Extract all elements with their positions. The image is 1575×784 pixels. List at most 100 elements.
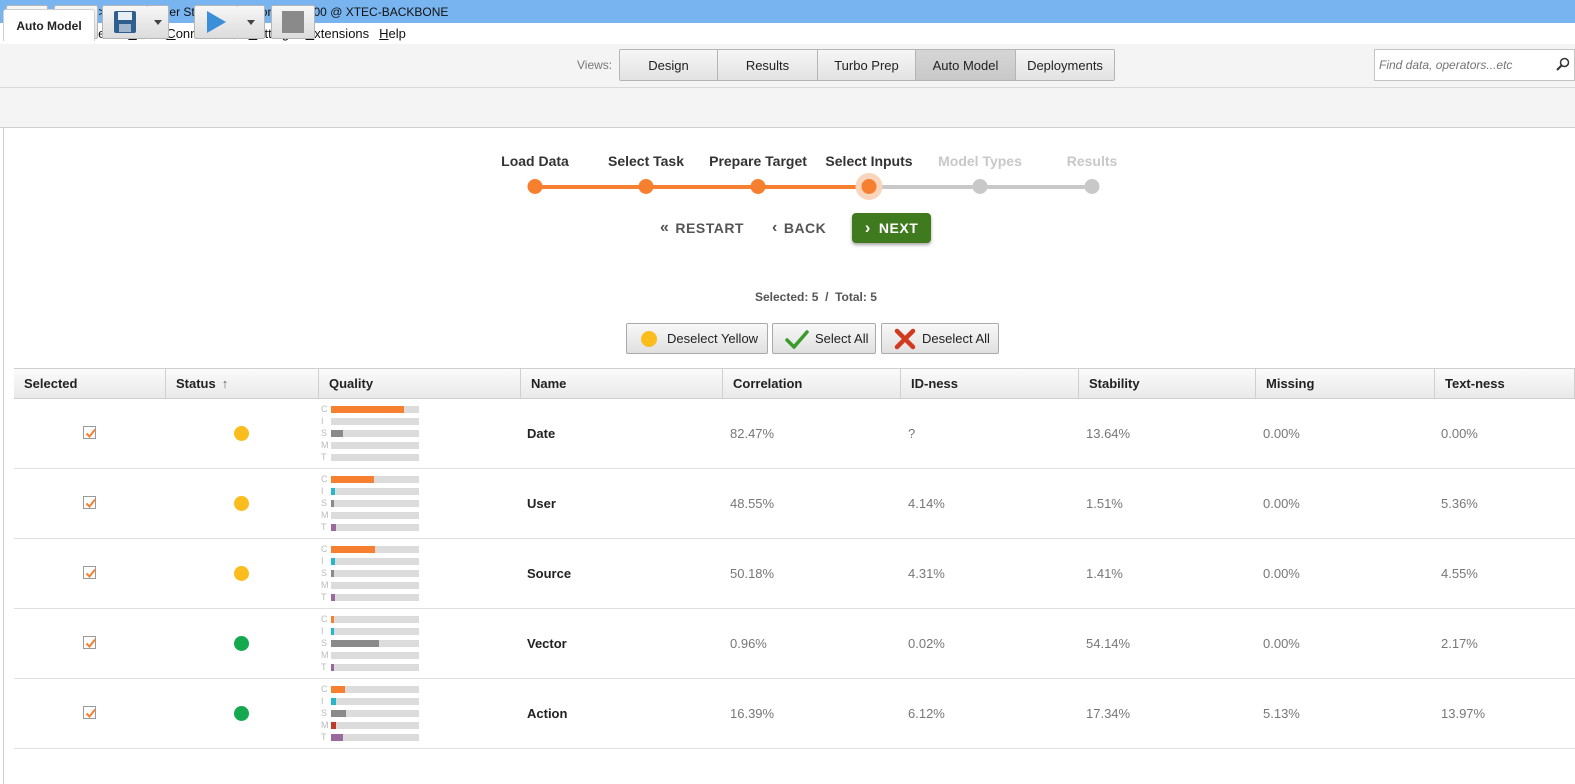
quality-bar-c: C [321, 544, 421, 554]
stepper-connector [646, 185, 758, 189]
checkmark-icon [85, 568, 96, 579]
view-results[interactable]: Results [718, 50, 818, 80]
save-disk-icon [114, 11, 136, 33]
step-label-results[interactable]: Results [1067, 153, 1118, 169]
next-button[interactable]: › NEXT [852, 213, 931, 243]
quality-bars: CISMT [321, 544, 421, 604]
row-select-checkbox[interactable] [83, 636, 96, 649]
quality-bar-s: S [321, 708, 421, 718]
deselect-yellow-label: Deselect Yellow [667, 331, 759, 346]
quality-letter: T [321, 522, 327, 532]
quality-bar-track [331, 488, 419, 495]
quality-bar-track [331, 430, 419, 437]
column-header-id-ness[interactable]: ID-ness [901, 369, 1079, 398]
step-dot[interactable] [527, 179, 543, 194]
red-x-icon [894, 328, 916, 349]
quality-bar-s: S [321, 498, 421, 508]
step-dot[interactable] [1084, 179, 1100, 194]
view-turbo-prep[interactable]: Turbo Prep [818, 50, 916, 80]
quality-bar-track [331, 722, 419, 729]
quality-bar-t: T [321, 522, 421, 532]
menu-help[interactable]: Help [374, 26, 411, 41]
next-label: NEXT [878, 220, 919, 236]
step-label-prepare-target[interactable]: Prepare Target [709, 153, 807, 169]
quality-bar-fill [331, 500, 334, 507]
select-all-button[interactable]: Select All [772, 323, 876, 354]
column-header-missing[interactable]: Missing [1256, 369, 1435, 398]
row-select-checkbox[interactable] [83, 566, 96, 579]
column-header-status[interactable]: Status ↑ [166, 369, 319, 398]
row-select-checkbox[interactable] [83, 496, 96, 509]
tab-auto-model[interactable]: Auto Model [3, 9, 95, 41]
step-dot[interactable] [638, 179, 654, 194]
cell-correlation: 16.39% [730, 706, 775, 721]
quality-letter: I [321, 626, 324, 636]
menu-label-rest: elp [388, 26, 406, 41]
column-header-name[interactable]: Name [521, 369, 723, 398]
step-label-model-types[interactable]: Model Types [938, 153, 1022, 169]
quality-bar-track [331, 558, 419, 565]
quality-bar-m: M [321, 720, 421, 730]
view-auto-model[interactable]: Auto Model [916, 50, 1016, 80]
view-deployments[interactable]: Deployments [1016, 50, 1114, 80]
step-dot[interactable] [861, 179, 877, 194]
quality-bar-m: M [321, 440, 421, 450]
save-process-button[interactable] [102, 5, 148, 39]
step-dot[interactable] [750, 179, 766, 194]
menu-mnemonic: H [379, 26, 389, 41]
quality-bars: CISMT [321, 684, 421, 744]
quality-bar-track [331, 686, 419, 693]
run-process-button[interactable] [194, 5, 238, 39]
table-row[interactable]: C I S M T Date 82.47%? 13.64% 0.00% 0.00% [14, 399, 1575, 469]
back-button[interactable]: ‹ BACK [772, 219, 826, 237]
search-input[interactable] [1379, 58, 1549, 72]
global-search[interactable] [1374, 49, 1575, 81]
quality-bar-m: M [321, 580, 421, 590]
deselect-all-button[interactable]: Deselect All [881, 323, 999, 354]
column-header-quality[interactable]: Quality [319, 369, 521, 398]
cell-stability: 13.64% [1086, 426, 1131, 441]
column-header-selected[interactable]: Selected [14, 369, 166, 398]
row-select-checkbox[interactable] [83, 706, 96, 719]
step-label-select-task[interactable]: Select Task [608, 153, 684, 169]
quality-bar-m: M [321, 510, 421, 520]
status-yellow-dot [234, 426, 249, 441]
step-dot[interactable] [972, 179, 988, 194]
stop-process-button[interactable] [271, 5, 315, 39]
cell-idness: 4.31% [908, 566, 945, 581]
table-row[interactable]: C I S M T Vector 0.96% 0.02% 54.14% 0.00% 2.17% [14, 609, 1575, 679]
column-header-stability[interactable]: Stability [1079, 369, 1256, 398]
quality-bar-track [331, 734, 419, 741]
table-row[interactable]: C I S M T Source 50.18% 4.31% 1.41% 0.00% 4.55% [14, 539, 1575, 609]
view-design[interactable]: Design [620, 50, 718, 80]
cell-name: Action [527, 706, 568, 721]
deselect-yellow-button[interactable]: Deselect Yellow [626, 323, 768, 354]
row-select-checkbox[interactable] [83, 426, 96, 439]
restart-button[interactable]: « RESTART [660, 219, 744, 237]
quality-letter: C [321, 404, 328, 414]
run-options-dropdown[interactable] [237, 5, 265, 39]
quality-bar-fill [331, 686, 345, 693]
quality-letter: M [321, 440, 329, 450]
quality-bar-t: T [321, 732, 421, 742]
quality-bar-track [331, 652, 419, 659]
column-header-label: Quality [329, 376, 374, 391]
stepper-connector [758, 185, 869, 189]
table-row[interactable]: C I S M T Action 16.39% 6.12% 17.34% 5.13% 13.97% [14, 679, 1575, 749]
save-options-dropdown[interactable] [147, 5, 169, 39]
cell-correlation: 82.47% [730, 426, 775, 441]
step-label-select-inputs[interactable]: Select Inputs [825, 153, 912, 169]
quality-bar-fill [331, 488, 335, 495]
step-label-load-data[interactable]: Load Data [501, 153, 569, 169]
search-icon[interactable] [1556, 57, 1570, 71]
quality-bar-track [331, 628, 419, 635]
quality-bars: CISMT [321, 474, 421, 534]
cell-idness: 6.12% [908, 706, 945, 721]
cell-correlation: 50.18% [730, 566, 775, 581]
sort-ascending-icon[interactable]: ↑ [222, 376, 229, 391]
perspective-tab-strip [0, 88, 1575, 128]
column-header-text-ness[interactable]: Text-ness [1435, 369, 1575, 398]
column-header-correlation[interactable]: Correlation [723, 369, 901, 398]
stepper-connector [980, 185, 1092, 189]
table-row[interactable]: C I S M T User 48.55% 4.14% 1.51% 0.00% 5.36% [14, 469, 1575, 539]
